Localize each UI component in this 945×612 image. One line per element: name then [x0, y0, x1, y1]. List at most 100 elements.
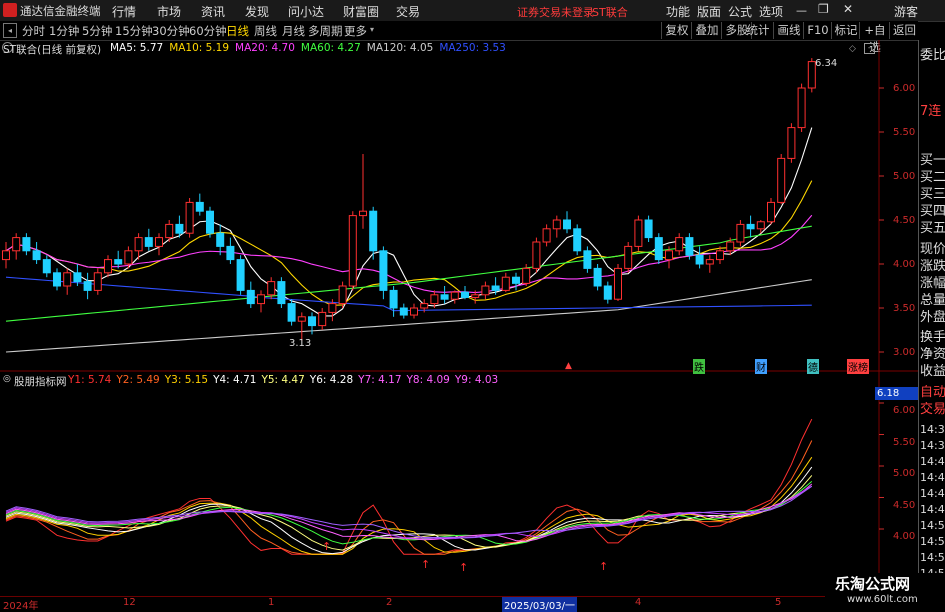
menu-item-shichang[interactable]: 市场	[157, 3, 181, 20]
rp-trade[interactable]: 交易	[920, 402, 945, 418]
period-monthly[interactable]: 月线	[282, 23, 305, 39]
candle-body	[522, 267, 531, 284]
event-arrow-icon[interactable]: ▲	[565, 361, 572, 371]
restore-icon[interactable]: ❐	[818, 2, 829, 16]
period-daily[interactable]: 日线	[226, 23, 249, 39]
rp-auto[interactable]: 自动	[920, 385, 945, 401]
indicator-settings-icon[interactable]: ◎	[3, 374, 11, 384]
ma120-value: MA120: 4.05	[366, 42, 434, 54]
rp-time: 14:51	[920, 535, 945, 548]
ma60-value: MA60: 4.27	[300, 42, 361, 54]
kline-chart[interactable]: ↑ ↑ ↑ ↑	[0, 40, 918, 609]
event-marker-die[interactable]: 跌	[693, 359, 705, 374]
candle-body	[53, 272, 61, 287]
candle-body	[83, 281, 92, 291]
candle-body	[440, 294, 449, 300]
candle-body	[563, 219, 571, 230]
period-30min[interactable]: 30分钟	[152, 23, 190, 39]
rp-time: 14:35	[920, 423, 945, 436]
menu-item-gongshi[interactable]: 公式	[728, 3, 752, 20]
back-button[interactable]: 返回	[889, 22, 919, 39]
ind-tick: 4.50	[893, 500, 916, 511]
sidebar-toggle-icon[interactable]: ◂	[3, 23, 17, 38]
rp-change: 涨跌	[920, 259, 945, 274]
notice-stock: ST联合	[592, 6, 628, 19]
period-more[interactable]: 更多	[344, 23, 367, 39]
candle-body	[195, 201, 204, 212]
period-multi[interactable]: 多周期	[308, 23, 343, 39]
period-weekly[interactable]: 周线	[254, 23, 277, 39]
candle-body	[685, 237, 694, 256]
rp-outer: 外盘	[920, 310, 945, 325]
period-fenshi[interactable]: 分时	[22, 23, 45, 39]
fuquan-button[interactable]: 复权	[661, 22, 692, 39]
period-15min[interactable]: 15分钟	[115, 23, 153, 39]
diejia-button[interactable]: 叠加	[691, 22, 722, 39]
rp-change-pct: 涨幅	[920, 276, 945, 291]
rp-time: 14:38	[920, 439, 945, 452]
candle-body	[165, 223, 174, 239]
candle-body	[144, 237, 153, 247]
indicator-title: 股朋指标网	[14, 376, 67, 388]
menu-item-xuanxiang[interactable]: 选项	[759, 3, 783, 20]
menu-item-faxian[interactable]: 发现	[245, 3, 269, 20]
candle-body	[665, 250, 673, 261]
candle-body	[389, 289, 398, 309]
period-1min[interactable]: 1分钟	[49, 23, 79, 39]
menu-item-zixun[interactable]: 资讯	[201, 3, 225, 20]
candle-body	[542, 228, 551, 243]
event-marker-de[interactable]: 德	[807, 359, 819, 374]
candle-body	[226, 245, 235, 261]
candle-body	[756, 221, 765, 230]
event-marker-zhangbang[interactable]: 涨榜	[847, 359, 869, 374]
menu-item-banmian[interactable]: 版面	[697, 3, 721, 20]
price-tick: 5.00	[893, 171, 916, 182]
candle-body	[624, 245, 633, 269]
ind-tick: 5.50	[893, 437, 916, 448]
period-5min[interactable]: 5分钟	[82, 23, 112, 39]
rp-buy4: 买四	[920, 204, 945, 219]
price-tick: 4.00	[893, 259, 916, 270]
candle-body	[471, 294, 480, 298]
y1-value: Y1: 5.74	[68, 374, 112, 386]
collapse-icon[interactable]: -	[864, 43, 875, 54]
rp-time: 14:42	[920, 471, 945, 484]
menu-item-jiaoyi[interactable]: 交易	[396, 3, 420, 20]
y3-value: Y3: 5.15	[164, 374, 209, 386]
candle-body	[512, 276, 520, 284]
date-label: 12	[123, 597, 136, 608]
low-price-label: 3.13	[289, 338, 312, 349]
login-user[interactable]: 游客	[894, 3, 918, 20]
diamond-icon[interactable]: ◇	[849, 44, 856, 54]
buy-arrow-icon: ↑	[599, 560, 608, 573]
period-60min[interactable]: 60分钟	[189, 23, 227, 39]
menu-item-caifuquan[interactable]: 财富圈	[343, 3, 379, 20]
menu-item-gongneng[interactable]: 功能	[666, 3, 690, 20]
add-watchlist-button[interactable]: +自选	[859, 22, 890, 54]
ma5-line	[5, 127, 813, 317]
candle-body	[593, 267, 602, 287]
indicator-line-y4	[5, 466, 813, 555]
menu-item-wenxiaoda[interactable]: 问小达	[288, 3, 324, 20]
price-tick: 5.50	[893, 127, 916, 138]
price-tick: 6.00	[893, 83, 916, 94]
login-notice[interactable]: 证券交易未登录	[517, 4, 594, 20]
ma250-value: MA250: 3.53	[439, 42, 506, 54]
more-dropdown-icon[interactable]: ▾	[370, 25, 374, 34]
candle-body	[12, 237, 21, 252]
y6-value: Y6: 4.28	[309, 374, 354, 386]
huaxian-button[interactable]: 画线	[773, 22, 804, 39]
menu-item-hangqing[interactable]: 行情	[112, 3, 136, 20]
event-marker-cai[interactable]: 财	[755, 359, 767, 374]
y9-value: Y9: 4.03	[454, 374, 499, 386]
f10-button[interactable]: F10	[803, 22, 832, 39]
close-icon[interactable]: ✕	[843, 2, 853, 16]
minimize-icon[interactable]: —	[796, 4, 807, 17]
tongji-button[interactable]: 统计	[743, 22, 773, 39]
price-tick: 4.50	[893, 215, 916, 226]
ma10-value: MA10: 5.19	[169, 42, 230, 54]
candle-body	[573, 228, 582, 252]
biaoji-button[interactable]: 标记	[831, 22, 860, 39]
buy-arrow-icon: ↑	[322, 540, 331, 553]
candle-body	[399, 307, 408, 316]
